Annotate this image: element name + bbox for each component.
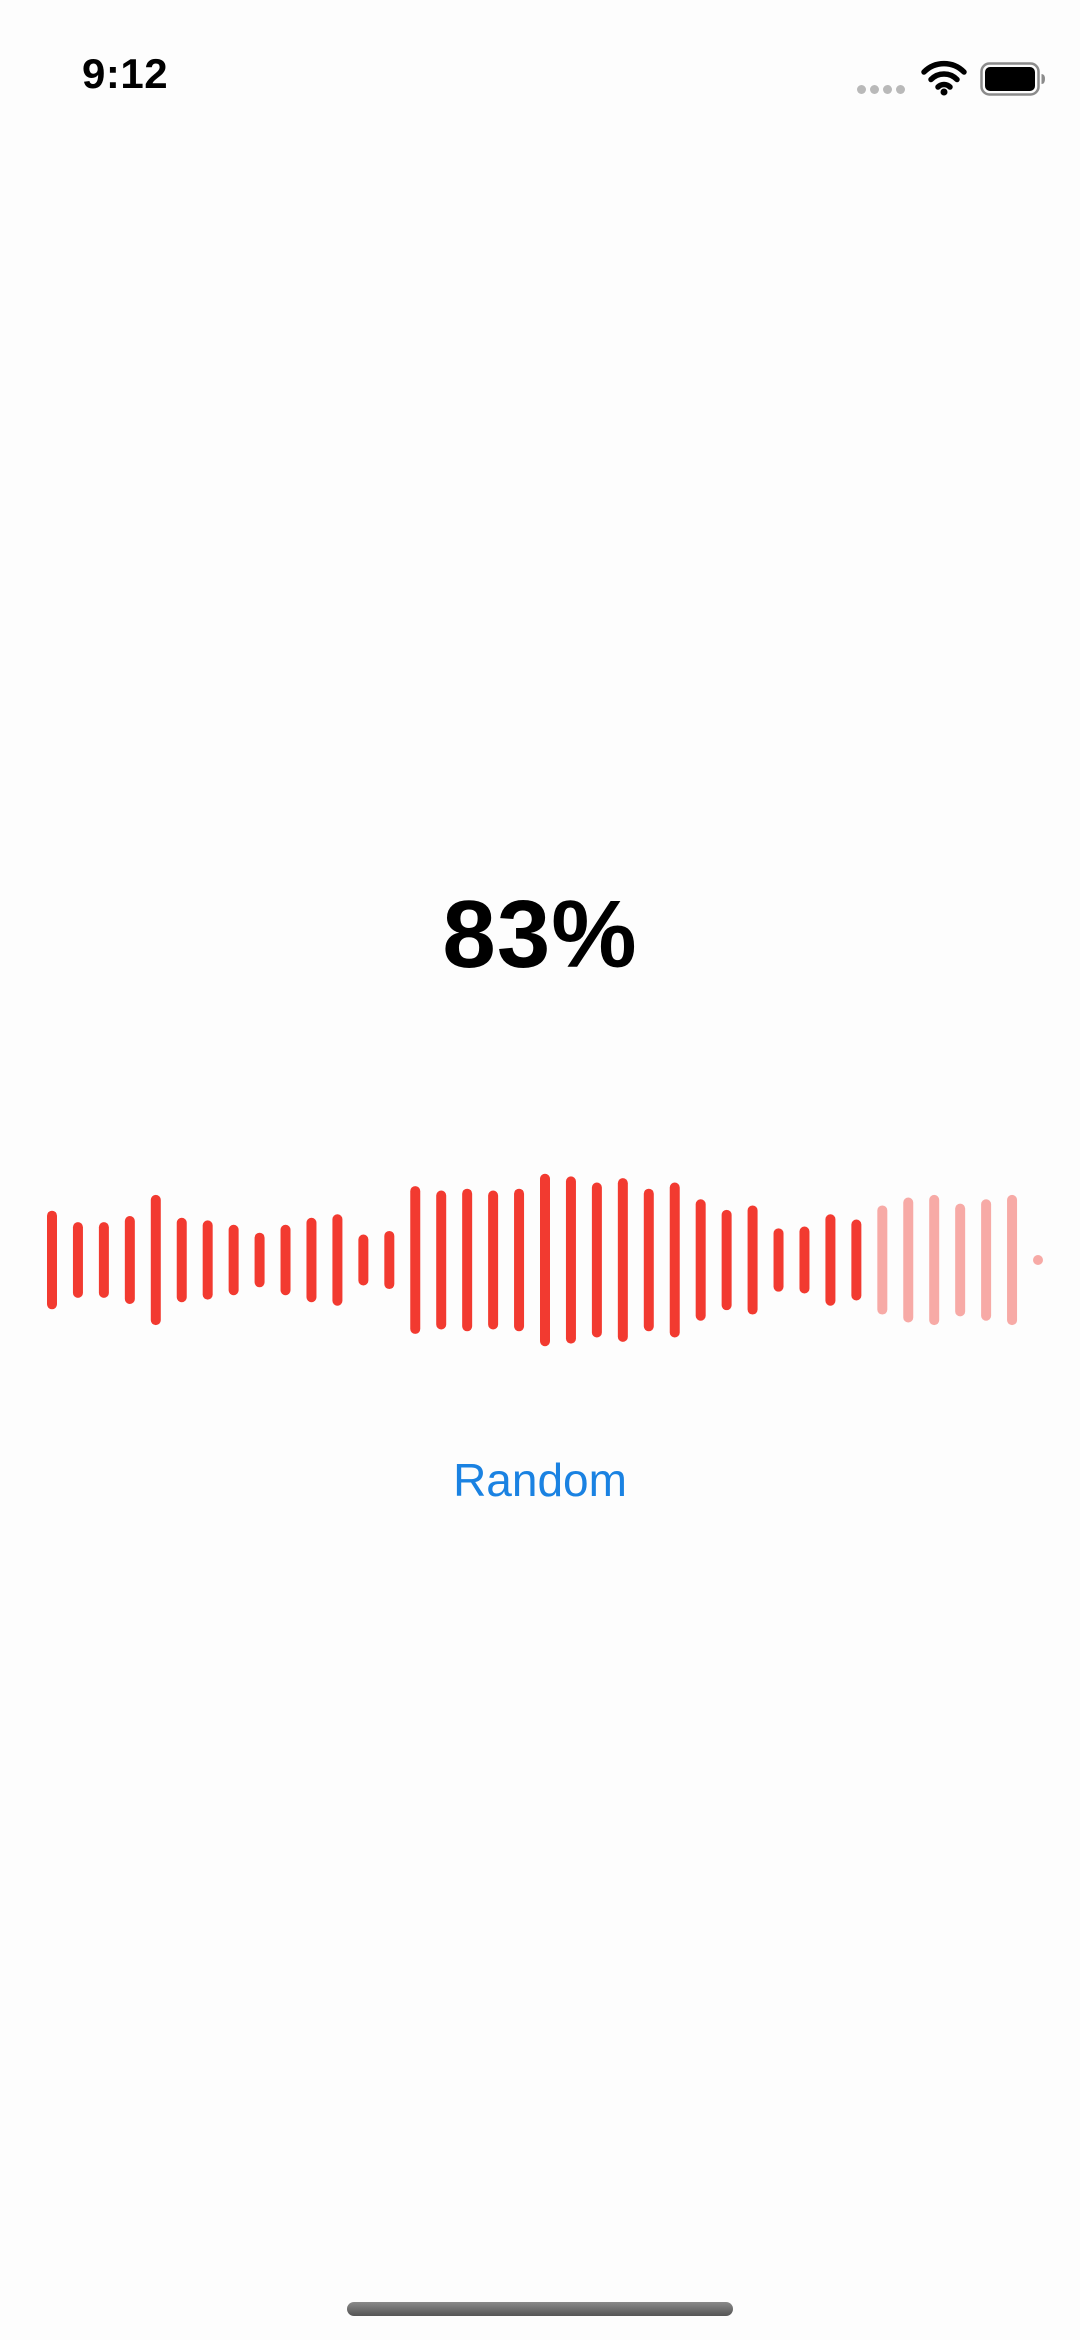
waveform-bar	[721, 1209, 732, 1311]
waveform-bar	[825, 1214, 836, 1306]
waveform-bar	[643, 1188, 654, 1332]
waveform-bar	[410, 1186, 421, 1334]
waveform-bar	[306, 1217, 317, 1303]
waveform-bar	[280, 1224, 291, 1296]
random-button[interactable]: Random	[390, 1445, 690, 1515]
waveform-bar	[254, 1232, 265, 1288]
waveform-bar	[176, 1217, 187, 1303]
waveform-bar	[981, 1199, 992, 1321]
waveform-bar	[877, 1205, 888, 1315]
waveform-bar	[47, 1210, 57, 1310]
audio-waveform-scrubber[interactable]	[0, 1160, 1080, 1360]
waveform-bar	[514, 1188, 525, 1332]
battery-icon	[980, 62, 1045, 96]
waveform-bar	[124, 1216, 135, 1304]
waveform-bar	[488, 1190, 499, 1330]
waveform-bar	[436, 1190, 447, 1330]
waveform-bar	[903, 1197, 914, 1323]
waveform-bar	[358, 1234, 369, 1286]
progress-percent-label: 83%	[442, 881, 638, 988]
waveform-bar	[851, 1219, 862, 1301]
waveform-bar	[384, 1230, 395, 1290]
waveform-bar	[591, 1182, 602, 1338]
waveform-bar	[955, 1203, 966, 1317]
waveform-bar	[1007, 1194, 1018, 1326]
waveform-bar	[462, 1188, 473, 1332]
waveform-bar	[747, 1205, 758, 1315]
waveform-bar	[695, 1199, 706, 1321]
waveform-bar	[669, 1182, 680, 1338]
waveform-bar	[929, 1194, 940, 1326]
home-indicator[interactable]	[347, 2302, 733, 2316]
waveform-bar	[150, 1194, 161, 1326]
waveform-bar	[332, 1214, 343, 1306]
waveform-bar	[617, 1178, 628, 1342]
cellular-signal-icon	[857, 85, 907, 95]
waveform-bar	[202, 1220, 213, 1300]
waveform-bar	[565, 1176, 576, 1344]
waveform-bar	[773, 1228, 784, 1292]
waveform-bar	[98, 1222, 109, 1298]
status-time: 9:12	[82, 50, 169, 97]
waveform-bar	[799, 1226, 810, 1294]
waveform-bar	[1033, 1255, 1043, 1265]
waveform-bar	[72, 1222, 83, 1298]
wifi-icon	[921, 60, 967, 96]
waveform-bar	[540, 1173, 550, 1347]
waveform-bar	[228, 1224, 239, 1296]
status-bar: 9:12	[0, 0, 1080, 140]
